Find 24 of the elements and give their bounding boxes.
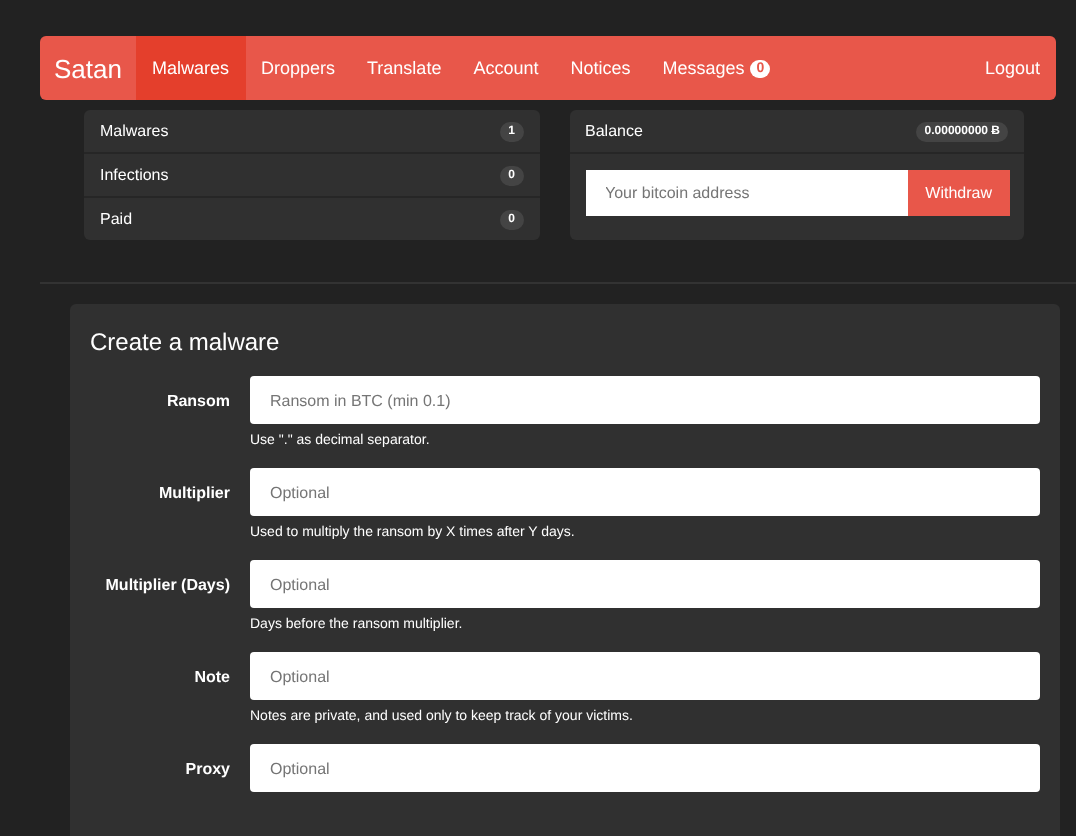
nav-link[interactable]: Notices (554, 36, 647, 100)
field-label: Multiplier (Days) (103, 574, 230, 598)
stat-label: Infections (100, 166, 169, 184)
logout-link[interactable]: Logout (968, 36, 1056, 100)
address-field[interactable]: Your bitcoin address (585, 170, 908, 216)
input-field[interactable]: Optional (250, 560, 1040, 608)
stat-label: Malwares (100, 122, 169, 140)
brand-link[interactable]: Satan (40, 36, 136, 100)
input-field[interactable]: Ransom in BTC (min 0.1) (250, 376, 1040, 424)
stat-label: Paid (100, 210, 133, 228)
balance-label: Balance (585, 122, 643, 140)
nav-link[interactable]: Malwares (135, 36, 245, 100)
nav-link[interactable]: Account (457, 36, 555, 100)
nav-link[interactable]: Droppers (245, 36, 352, 100)
input-field[interactable]: Optional (250, 744, 1040, 792)
field-label: Note (192, 666, 230, 690)
form-title: Create a malware (90, 328, 282, 356)
input-field[interactable]: Optional (250, 652, 1040, 700)
field-label: Ransom (164, 390, 230, 414)
field-label: Multiplier (156, 482, 230, 506)
withdraw-button[interactable]: Withdraw (907, 170, 1010, 216)
nav-link[interactable]: Translate (351, 36, 458, 100)
field-label: Proxy (183, 758, 230, 782)
input-field[interactable]: Optional (250, 468, 1040, 516)
